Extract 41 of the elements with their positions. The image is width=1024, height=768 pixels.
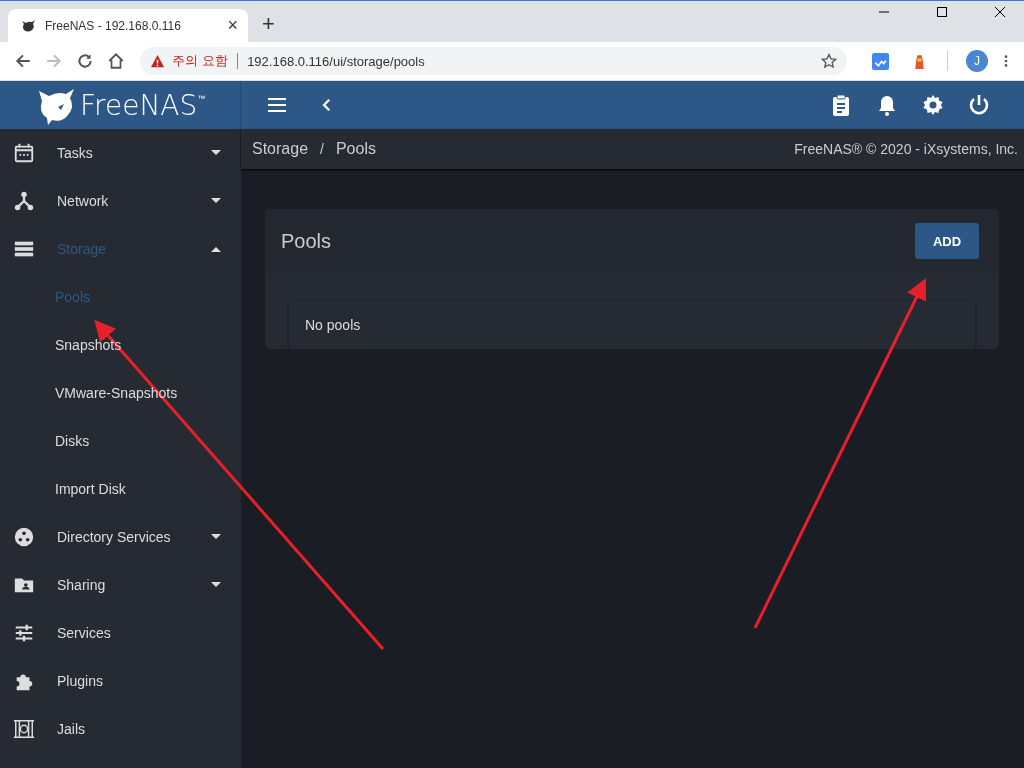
menu-icon[interactable]	[1004, 54, 1008, 68]
sidebar-item[interactable]: Jails	[0, 705, 241, 753]
cage-icon	[13, 718, 35, 740]
sidebar-item[interactable]: Directory Services	[0, 513, 241, 561]
calendar-icon	[13, 142, 35, 164]
network-icon	[13, 190, 35, 212]
security-warning: 주의 요함	[172, 52, 229, 70]
sidebar-item[interactable]: Tasks	[0, 129, 241, 177]
power-icon[interactable]	[967, 93, 991, 117]
close-tab-button[interactable]: ×	[227, 15, 238, 36]
breadcrumb-link[interactable]: Storage	[252, 140, 309, 158]
profile-avatar[interactable]: J	[966, 50, 988, 72]
new-tab-button[interactable]: +	[262, 11, 275, 37]
add-button[interactable]: ADD	[915, 223, 979, 259]
sidebar-item[interactable]: Sharing	[0, 561, 241, 609]
sidebar-item[interactable]: Network	[0, 177, 241, 225]
extension-icon[interactable]	[872, 52, 889, 70]
tab-title: FreeNAS - 192.168.0.116	[45, 18, 182, 33]
breadcrumb-separator: /	[320, 141, 324, 157]
star-icon[interactable]	[821, 53, 837, 69]
copyright-text: FreeNAS® © 2020 - iXsystems, Inc.	[794, 141, 1018, 157]
sidebar-item[interactable]: Services	[0, 609, 241, 657]
back-icon[interactable]	[14, 52, 32, 70]
warning-icon	[150, 53, 165, 69]
empty-message: No pools	[289, 301, 975, 349]
sliders-icon	[13, 622, 35, 644]
dots-circle-icon	[13, 526, 35, 548]
logo-text: FreeNAS$^{™}$	[80, 88, 206, 122]
sidebar-subitem[interactable]: Import Disk	[0, 465, 241, 513]
browser-tab[interactable]: FreeNAS - 192.168.0.116 ×	[8, 9, 248, 42]
home-icon[interactable]	[107, 52, 125, 70]
close-icon[interactable]	[994, 6, 1006, 18]
url-text: 192.168.0.116/ui/storage/pools	[247, 53, 425, 69]
card-title: Pools	[281, 229, 332, 253]
sidebar-subitem[interactable]: Disks	[0, 417, 241, 465]
breadcrumb-current: Pools	[335, 140, 376, 158]
address-bar[interactable]: 주의 요함 192.168.0.116/ui/storage/pools	[140, 47, 847, 75]
maximize-icon[interactable]	[936, 6, 948, 18]
reload-icon[interactable]	[76, 52, 94, 70]
sidebar-item[interactable]: Plugins	[0, 657, 241, 705]
settings-icon[interactable]	[921, 93, 945, 117]
